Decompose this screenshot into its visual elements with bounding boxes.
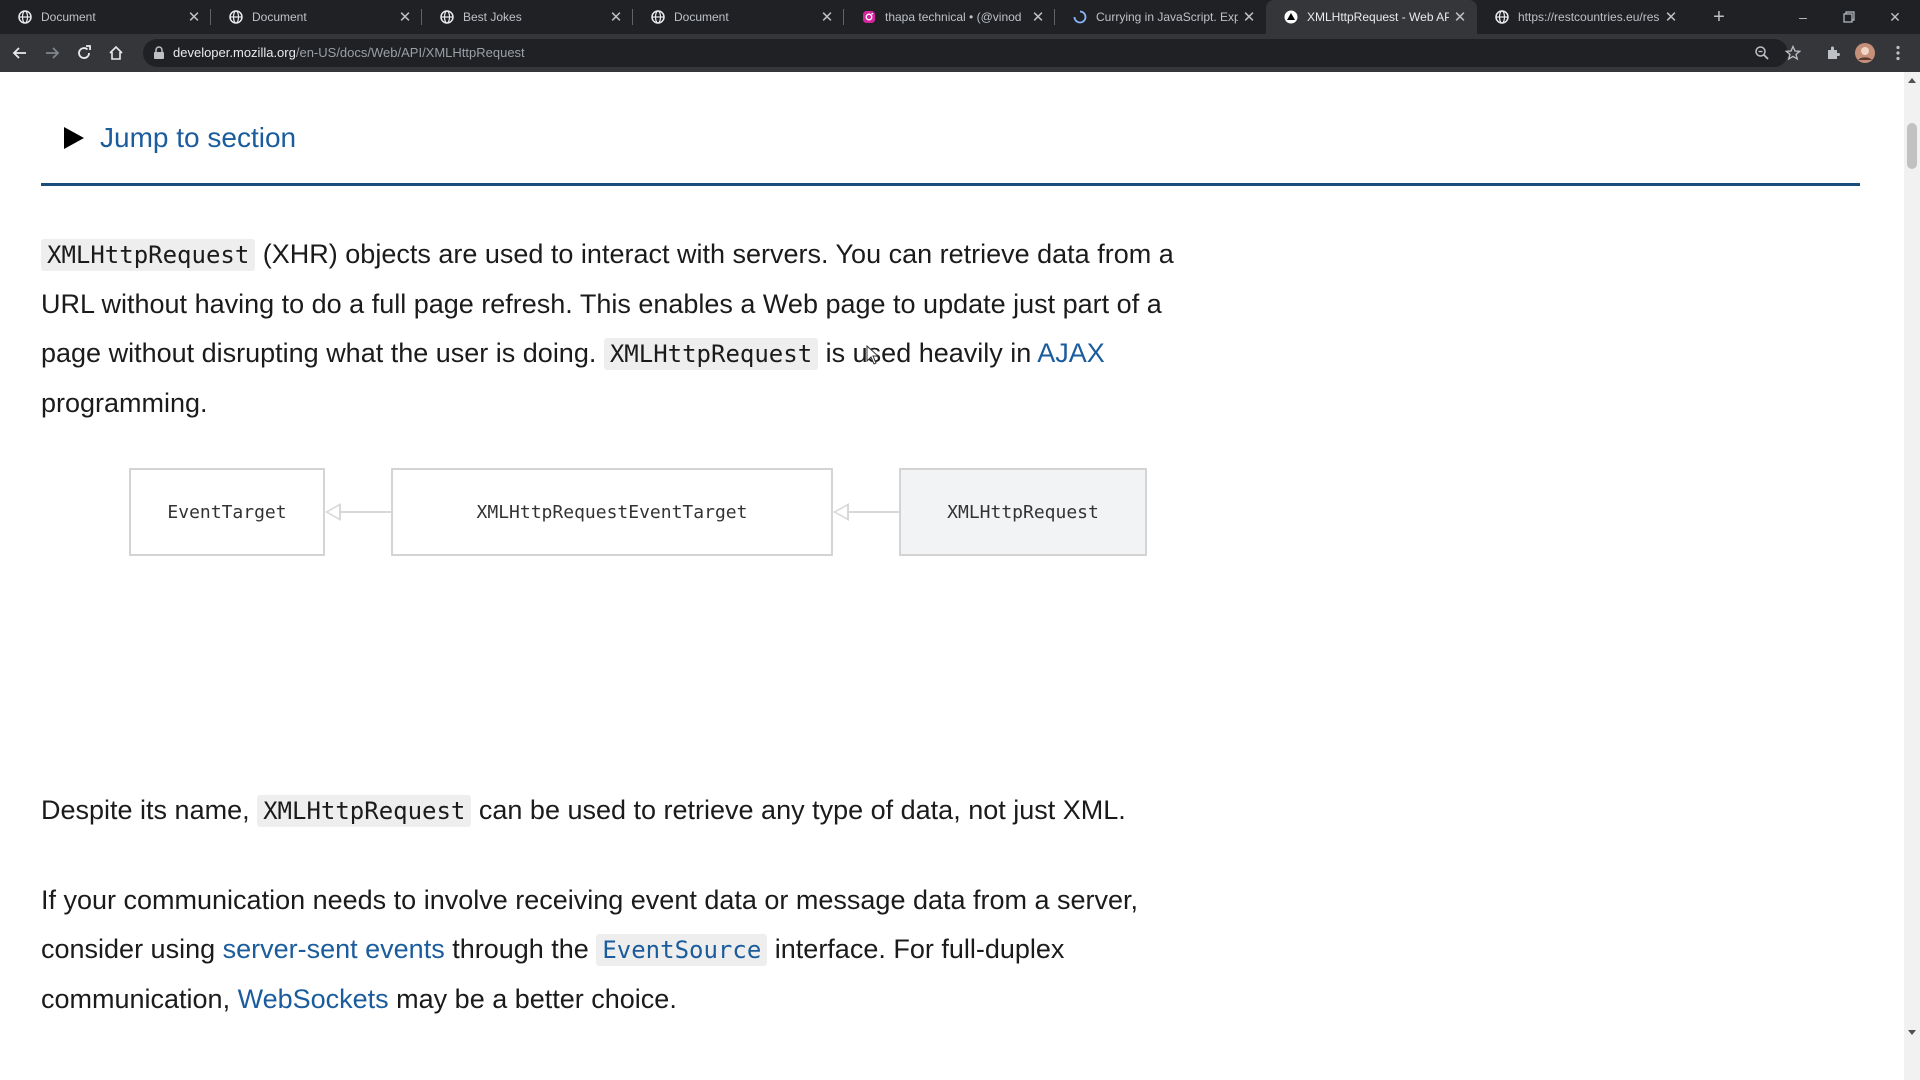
instagram-icon: [862, 10, 876, 24]
tab-document-1[interactable]: Document ✕: [0, 0, 211, 34]
close-icon[interactable]: ✕: [1027, 8, 1049, 26]
websockets-link[interactable]: WebSockets: [238, 984, 389, 1014]
inheritance-arrow-icon: [325, 503, 341, 521]
diagram-box-label: XMLHttpRequestEventTarget: [476, 501, 748, 523]
tab-document-3[interactable]: Document ✕: [633, 0, 844, 34]
inheritance-diagram: EventTarget XMLHttpRequestEventTarget XM…: [129, 468, 1149, 560]
close-icon[interactable]: ✕: [1660, 8, 1682, 26]
scrollbar-thumb[interactable]: [1907, 123, 1917, 169]
disclosure-triangle-icon[interactable]: [64, 127, 84, 149]
restore-icon[interactable]: [1826, 0, 1872, 34]
ajax-link[interactable]: AJAX: [1037, 338, 1105, 368]
jump-to-section-label[interactable]: Jump to section: [100, 122, 296, 154]
intro-text-2: is used heavily in: [818, 338, 1038, 368]
tab-title: Document: [674, 10, 729, 24]
close-icon[interactable]: ✕: [605, 8, 627, 26]
profile-avatar[interactable]: [1849, 34, 1881, 72]
diagram-box-label: XMLHttpRequest: [947, 501, 1099, 523]
comm-text-2: through the: [444, 934, 597, 964]
globe-icon: [18, 10, 32, 24]
despite-text-2: can be used to retrieve any type of data…: [471, 795, 1126, 825]
browser-toolbar: developer.mozilla.org/en-US/docs/Web/API…: [0, 34, 1920, 72]
globe-icon: [229, 10, 243, 24]
eventsource-link[interactable]: EventSource: [596, 934, 768, 966]
diagram-box-xmlhttprequesteventtarget[interactable]: XMLHttpRequestEventTarget: [391, 468, 833, 556]
inline-code: XMLHttpRequest: [257, 795, 472, 827]
minimize-icon[interactable]: –: [1780, 0, 1826, 34]
globe-icon: [1495, 10, 1509, 24]
inheritance-arrow-icon: [833, 503, 849, 521]
url-host: developer.mozilla.org: [173, 45, 296, 60]
communication-paragraph: If your communication needs to involve r…: [41, 876, 1206, 1024]
url-path: /en-US/docs/Web/API/XMLHttpRequest: [295, 45, 525, 60]
tab-document-2[interactable]: Document ✕: [211, 0, 422, 34]
tab-instagram[interactable]: thapa technical • (@vinod ✕: [844, 0, 1055, 34]
mdn-icon: [1284, 10, 1298, 24]
close-icon[interactable]: ✕: [1238, 8, 1260, 26]
address-bar[interactable]: developer.mozilla.org/en-US/docs/Web/API…: [143, 39, 1788, 67]
extensions-icon[interactable]: [1817, 34, 1849, 72]
menu-icon[interactable]: [1882, 34, 1914, 72]
forward-icon[interactable]: [36, 34, 68, 72]
star-icon[interactable]: [1777, 34, 1809, 72]
globe-icon: [651, 10, 665, 24]
loading-icon: [1073, 10, 1087, 24]
tab-xmlhttprequest[interactable]: XMLHttpRequest - Web API ✕: [1266, 0, 1477, 34]
mouse-cursor-icon: [866, 344, 880, 370]
close-icon[interactable]: ✕: [1449, 8, 1471, 26]
despite-text-1: Despite its name,: [41, 795, 258, 825]
scroll-up-icon[interactable]: [1908, 78, 1916, 83]
intro-text-3: programming.: [41, 388, 208, 418]
tab-currying[interactable]: Currying in JavaScript. Expla ✕: [1055, 0, 1266, 34]
globe-icon: [440, 10, 454, 24]
tab-title: XMLHttpRequest - Web API: [1307, 10, 1449, 24]
diagram-box-eventtarget[interactable]: EventTarget: [129, 468, 325, 556]
diagram-box-label: EventTarget: [167, 501, 287, 523]
comm-text-4: may be a better choice.: [388, 984, 677, 1014]
close-icon[interactable]: ✕: [394, 8, 416, 26]
jump-to-section[interactable]: Jump to section: [64, 122, 296, 154]
tab-title: thapa technical • (@vinod: [885, 10, 1022, 24]
tab-title: Document: [252, 10, 307, 24]
zoom-icon[interactable]: [1754, 45, 1770, 66]
despite-paragraph: Despite its name, XMLHttpRequest can be …: [41, 786, 1206, 836]
server-sent-events-link[interactable]: server-sent events: [223, 934, 445, 964]
tab-title: https://restcountries.eu/res: [1518, 10, 1660, 24]
page-content: Jump to section XMLHttpRequest (XHR) obj…: [0, 72, 1904, 1080]
tab-title: Document: [41, 10, 96, 24]
url-text[interactable]: developer.mozilla.org/en-US/docs/Web/API…: [173, 45, 525, 60]
back-icon[interactable]: [4, 34, 36, 72]
vertical-scrollbar[interactable]: [1904, 72, 1920, 1080]
lock-icon[interactable]: [153, 46, 165, 65]
tab-title: Currying in JavaScript. Expla: [1096, 10, 1238, 24]
tab-best-jokes[interactable]: Best Jokes ✕: [422, 0, 633, 34]
close-icon[interactable]: ✕: [816, 8, 838, 26]
tab-title: Best Jokes: [463, 10, 522, 24]
diagram-connector: [849, 511, 901, 513]
inline-code: XMLHttpRequest: [41, 239, 256, 271]
tab-strip: Document ✕ Document ✕ Best Jokes ✕ Docum…: [0, 0, 1920, 34]
section-divider: [41, 183, 1860, 186]
scroll-down-icon[interactable]: [1908, 1030, 1916, 1035]
diagram-box-xmlhttprequest: XMLHttpRequest: [899, 468, 1147, 556]
new-tab-button[interactable]: +: [1706, 0, 1732, 34]
intro-paragraph: XMLHttpRequest (XHR) objects are used to…: [41, 230, 1206, 428]
close-icon[interactable]: ✕: [183, 8, 205, 26]
home-icon[interactable]: [100, 34, 132, 72]
inline-code: XMLHttpRequest: [603, 338, 819, 370]
window-close-icon[interactable]: ✕: [1872, 0, 1918, 34]
reload-icon[interactable]: [68, 34, 100, 72]
tab-restcountries[interactable]: https://restcountries.eu/res ✕: [1477, 0, 1688, 34]
